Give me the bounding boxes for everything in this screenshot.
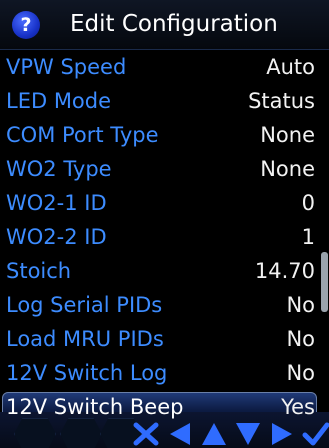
setting-label: COM Port Type	[6, 123, 159, 147]
nav-buttons	[132, 420, 329, 448]
setting-label: WO2 Type	[6, 157, 112, 181]
setting-row-load-mru-pids[interactable]: Load MRU PIDs No	[0, 324, 329, 358]
edit-configuration-screen: ? Edit Configuration VPW Speed Auto LED …	[0, 0, 329, 448]
scrollbar-thumb[interactable]	[321, 252, 328, 312]
right-button[interactable]	[268, 421, 296, 447]
setting-value: No	[286, 327, 315, 351]
setting-value: None	[260, 123, 315, 147]
setting-row-log-serial-pids[interactable]: Log Serial PIDs No	[0, 290, 329, 324]
setting-value: No	[286, 293, 315, 317]
setting-row-stoich[interactable]: Stoich 14.70	[0, 256, 329, 290]
setting-value: Yes	[281, 395, 315, 419]
left-button[interactable]	[166, 421, 194, 447]
setting-label: 12V Switch Log	[6, 361, 168, 385]
setting-row-vpw-speed[interactable]: VPW Speed Auto	[0, 52, 329, 86]
confirm-button[interactable]	[302, 421, 329, 447]
setting-label: WO2-1 ID	[6, 191, 107, 215]
scrollbar[interactable]	[319, 52, 329, 412]
setting-label: VPW Speed	[6, 55, 127, 79]
up-button[interactable]	[200, 421, 228, 447]
setting-value: Status	[248, 89, 315, 113]
arrow-up-icon	[202, 423, 226, 445]
close-icon	[133, 422, 159, 446]
arrow-down-icon	[236, 423, 260, 445]
setting-row-com-port-type[interactable]: COM Port Type None	[0, 120, 329, 154]
setting-row-wo2-2-id[interactable]: WO2-2 ID 1	[0, 222, 329, 256]
setting-value: 14.70	[254, 259, 315, 283]
setting-label: Stoich	[6, 259, 72, 283]
cancel-button[interactable]	[132, 421, 160, 447]
setting-value: None	[260, 157, 315, 181]
arrow-left-icon	[170, 423, 190, 445]
setting-row-led-mode[interactable]: LED Mode Status	[0, 86, 329, 120]
config-list: VPW Speed Auto LED Mode Status COM Port …	[0, 52, 329, 426]
arrow-right-icon	[272, 423, 292, 445]
decor-hex	[14, 418, 56, 448]
decor-hex	[60, 418, 102, 448]
down-button[interactable]	[234, 421, 262, 447]
setting-row-wo2-type[interactable]: WO2 Type None	[0, 154, 329, 188]
setting-value: 0	[301, 191, 315, 215]
setting-label: Load MRU PIDs	[6, 327, 164, 351]
setting-label: Log Serial PIDs	[6, 293, 163, 317]
setting-value: No	[286, 361, 315, 385]
setting-value: Auto	[266, 55, 315, 79]
title-bar: ? Edit Configuration	[0, 0, 329, 50]
setting-row-wo2-1-id[interactable]: WO2-1 ID 0	[0, 188, 329, 222]
setting-label: 12V Switch Beep	[6, 395, 184, 419]
page-title: Edit Configuration	[70, 11, 278, 37]
setting-value: 1	[301, 225, 315, 249]
help-icon[interactable]: ?	[12, 11, 40, 39]
check-icon	[302, 422, 329, 446]
setting-row-12v-switch-log[interactable]: 12V Switch Log No	[0, 358, 329, 392]
setting-label: LED Mode	[6, 89, 112, 113]
setting-label: WO2-2 ID	[6, 225, 107, 249]
